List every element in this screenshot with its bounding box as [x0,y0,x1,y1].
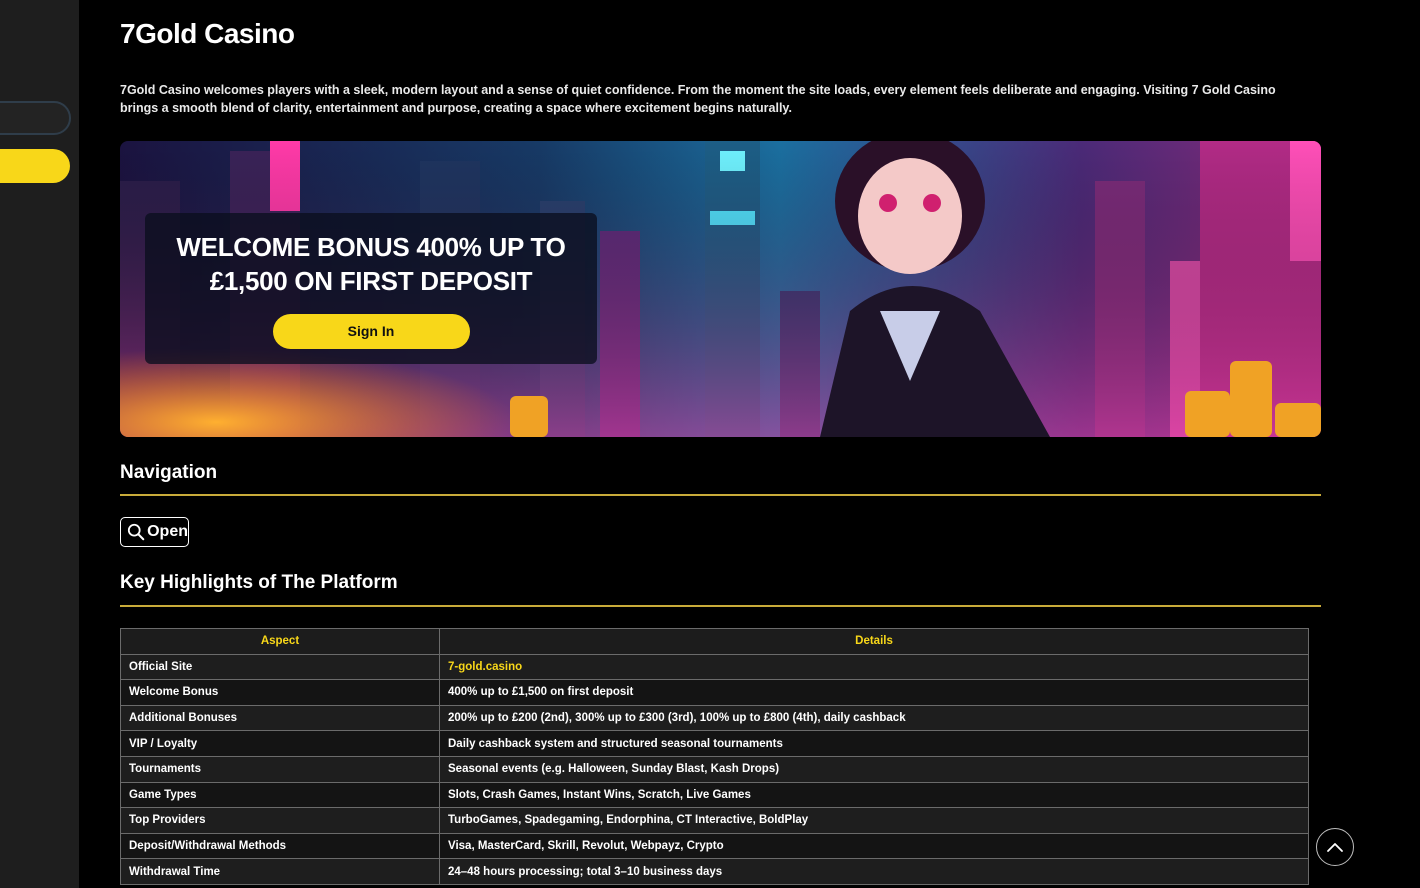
open-label: Open [147,523,188,540]
table-row: Deposit/Withdrawal Methods Visa, MasterC… [120,832,1309,860]
divider [120,605,1321,607]
scroll-to-top-button[interactable] [1316,828,1354,866]
details-cell: 24–48 hours processing; total 3–10 busin… [439,858,1309,885]
aspect-cell: Official Site [120,653,440,681]
details-cell: Slots, Crash Games, Instant Wins, Scratc… [439,781,1309,809]
hero-banner: WELCOME BONUS 400% UP TO £1,500 ON FIRST… [120,141,1321,437]
divider [120,494,1321,496]
intro-paragraph: 7Gold Casino welcomes players with a sle… [120,83,1276,115]
details-cell: 400% up to £1,500 on first deposit [439,679,1309,706]
table-row: Game Types Slots, Crash Games, Instant W… [120,781,1309,809]
table-row: Official Site 7-gold.casino [120,653,1309,681]
column-header: Details [439,628,1309,655]
navigation-heading: Navigation [120,462,218,483]
promo-panel: WELCOME BONUS 400% UP TO £1,500 ON FIRST… [145,213,597,364]
table-row: VIP / Loyalty Daily cashback system and … [120,730,1309,757]
column-header: Aspect [120,628,440,655]
details-cell: Daily cashback system and structured sea… [439,730,1309,757]
search-icon [127,523,145,541]
table-row: Top Providers TurboGames, Spadegaming, E… [120,807,1309,834]
details-cell: Visa, MasterCard, Skrill, Revolut, Webpa… [439,832,1309,860]
aspect-cell: Game Types [120,781,440,809]
aspect-cell: Withdrawal Time [120,858,440,885]
official-site-link[interactable]: 7-gold.casino [439,653,1309,681]
table-row: Tournaments Seasonal events (e.g. Hallow… [120,755,1309,783]
table-row: Additional Bonuses 200% up to £200 (2nd)… [120,704,1309,732]
aspect-cell: Welcome Bonus [120,679,440,706]
details-cell: TurboGames, Spadegaming, Endorphina, CT … [439,807,1309,834]
aspect-cell: Top Providers [120,807,440,834]
table-row: Welcome Bonus 400% up to £1,500 on first… [120,679,1309,706]
details-cell: 200% up to £200 (2nd), 300% up to £300 (… [439,704,1309,732]
page-title: 7Gold Casino [120,18,295,49]
aspect-cell: Tournaments [120,755,440,783]
highlights-heading: Key Highlights of The Platform [120,572,398,593]
table-row: Withdrawal Time 24–48 hours processing; … [120,858,1309,885]
sign-in-button[interactable]: Sign In [272,314,470,349]
aspect-cell: Deposit/Withdrawal Methods [120,832,440,860]
toc-open-button[interactable]: Open [120,517,189,547]
details-cell: Seasonal events (e.g. Halloween, Sunday … [439,755,1309,783]
sidebar-button[interactable] [0,149,70,183]
aspect-cell: VIP / Loyalty [120,730,440,757]
promo-title: WELCOME BONUS 400% UP TO £1,500 ON FIRST… [176,232,566,296]
chevron-up-icon [1327,843,1343,852]
highlights-table: Aspect Details Official Site 7-gold.casi… [120,628,1309,885]
sidebar [0,0,79,888]
sidebar-input[interactable] [0,101,71,135]
aspect-cell: Additional Bonuses [120,704,440,732]
